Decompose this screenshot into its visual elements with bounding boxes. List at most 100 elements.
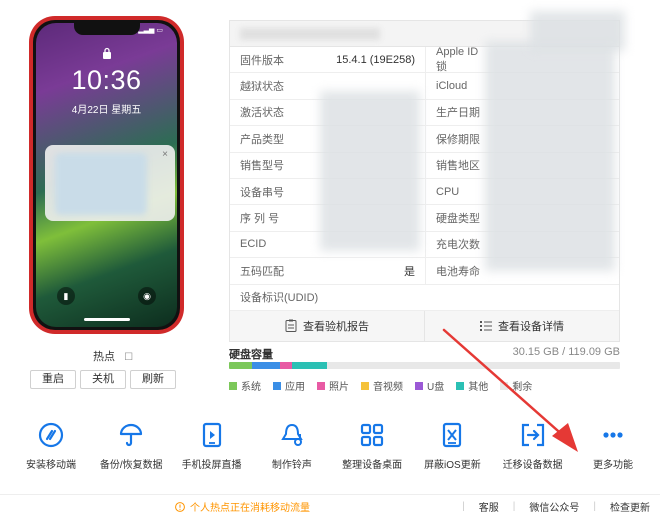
migrate-icon [518, 420, 548, 450]
tool-bell[interactable]: 制作铃声 [253, 420, 331, 471]
list-icon [480, 321, 492, 332]
check-update-link[interactable]: 检查更新 [610, 499, 650, 514]
lock-icon [103, 47, 111, 59]
disk-segment [229, 362, 253, 369]
hotspot-warning-text: 个人热点正在消耗移动流量 [190, 503, 310, 514]
disk-legend: 系统 应用 照片 音视频 U盘 其他 剩余 [229, 378, 532, 393]
info-value: 15.4.1 (19E258) [310, 47, 426, 73]
signal-battery-icon: ▂▃▅ ▭ [138, 27, 163, 34]
disk-usage-bar [229, 362, 620, 369]
lock-time: 10:36 [71, 65, 142, 95]
udid-label: 设备标识(UDID) [240, 292, 319, 305]
edit-icon[interactable]: ☐ [124, 352, 133, 363]
phone-preview: ▂▃▅ ▭ 10:36 4月22日 星期五 × ▮ ◉ [29, 16, 184, 334]
grid-icon [357, 420, 387, 450]
refresh-button[interactable]: 刷新 [130, 370, 176, 389]
disk-segment [279, 362, 292, 369]
flashlight-icon: ▮ [57, 287, 75, 305]
legend-label: 系统 [241, 382, 261, 393]
view-details-button[interactable]: 查看设备详情 [425, 310, 619, 341]
home-indicator [84, 318, 130, 321]
footer: 个人热点正在消耗移动流量 | 客服 | 微信公众号 | 检查更新 [0, 494, 660, 516]
view-report-button[interactable]: 查看验机报告 [230, 310, 425, 341]
view-details-label: 查看设备详情 [498, 320, 564, 333]
tool-install-mobile[interactable]: 安装移动端 [12, 420, 90, 471]
legend-label: 剩余 [512, 382, 533, 393]
close-icon: × [162, 149, 168, 160]
legend-item: 系统 [229, 378, 261, 393]
divider: | [462, 501, 465, 512]
tool-label: 手机投屏直播 [181, 460, 242, 471]
tool-block-update[interactable]: 屏蔽iOS更新 [413, 420, 491, 471]
legend-label: U盘 [427, 382, 445, 393]
install-mobile-icon [36, 420, 66, 450]
disk-segment [291, 362, 327, 369]
screen-cast-icon [197, 420, 227, 450]
info-label: 固件版本 [240, 54, 284, 67]
privacy-blur [530, 11, 625, 51]
info-label: 序 列 号 [240, 213, 280, 226]
shutdown-button[interactable]: 关机 [80, 370, 126, 389]
tool-label: 整理设备桌面 [342, 460, 403, 471]
tool-screen-cast[interactable]: 手机投屏直播 [173, 420, 251, 471]
info-label: 销售型号 [240, 160, 284, 173]
umbrella-icon [116, 420, 146, 450]
legend-swatch [229, 381, 237, 390]
phone-control-buttons: 重启 关机 刷新 [30, 370, 176, 389]
wechat-account-link[interactable]: 微信公众号 [529, 499, 579, 514]
block-update-icon [437, 420, 467, 450]
legend-label: 其他 [468, 382, 489, 393]
info-label: 越狱状态 [240, 81, 284, 94]
disk-segment [252, 362, 280, 369]
info-label: 五码匹配 [240, 265, 284, 278]
udid-row: 设备标识(UDID) [230, 285, 619, 311]
privacy-blur [320, 91, 420, 251]
legend-item: 音视频 [361, 378, 403, 393]
lock-screen: ▂▃▅ ▭ 10:36 4月22日 星期五 × ▮ ◉ [36, 23, 177, 327]
legend-swatch [273, 381, 281, 390]
view-report-label: 查看验机报告 [303, 320, 369, 333]
legend-label: 应用 [285, 382, 305, 393]
restart-button[interactable]: 重启 [30, 370, 76, 389]
customer-service-link[interactable]: 客服 [479, 499, 499, 514]
footer-links: | 客服 | 微信公众号 | 检查更新 [448, 499, 650, 514]
more-icon [598, 420, 628, 450]
tool-migrate[interactable]: 迁移设备数据 [494, 420, 572, 471]
tool-label: 安装移动端 [26, 460, 76, 471]
tool-label: 制作铃声 [271, 460, 312, 471]
report-icon [285, 319, 297, 333]
tool-label: 备份/恢复数据 [99, 460, 163, 471]
privacy-blur [485, 41, 615, 271]
tool-umbrella[interactable]: 备份/恢复数据 [92, 420, 170, 471]
tool-grid[interactable]: 整理设备桌面 [333, 420, 411, 471]
disk-title: 硬盘容量 [229, 349, 273, 361]
hotspot-status: 热点 ☐ [93, 348, 133, 364]
phone-screen: ▂▃▅ ▭ 10:36 4月22日 星期五 × ▮ ◉ [33, 20, 180, 330]
phone-notch [74, 23, 140, 35]
tool-label: 迁移设备数据 [502, 460, 563, 471]
legend-swatch [456, 381, 465, 390]
legend-swatch [317, 381, 325, 390]
disk-size: 30.15 GB / 119.09 GB [512, 346, 620, 358]
tool-more[interactable]: 更多功能 [574, 420, 652, 471]
info-label: 产品类型 [240, 133, 284, 146]
camera-icon: ◉ [138, 287, 156, 305]
legend-label: 音视频 [373, 382, 403, 393]
legend-item: 照片 [317, 378, 349, 393]
bell-icon [277, 420, 307, 450]
legend-item: 剩余 [500, 378, 532, 393]
tool-label: 更多功能 [592, 460, 633, 471]
notification-card: × [45, 145, 175, 221]
divider: | [593, 501, 596, 512]
info-label: 激活状态 [240, 107, 284, 120]
device-info-table: 固件版本 15.4.1 (19E258) Apple ID锁 越狱状态 iCloud 激活… [229, 11, 625, 342]
info-label: ECID [240, 238, 267, 251]
blurred-notification [55, 153, 147, 215]
legend-label: 照片 [329, 382, 349, 393]
legend-swatch [500, 381, 509, 390]
hotspot-label: 热点 [93, 351, 115, 363]
tool-bar: 安装移动端 备份/恢复数据 手机投屏直播 制作铃声 整理设备桌面 屏蔽iOS更新 迁移设备数… [12, 420, 652, 471]
info-value: 是 [310, 258, 426, 284]
legend-item: 其他 [456, 378, 488, 393]
tool-label: 屏蔽iOS更新 [424, 460, 481, 471]
